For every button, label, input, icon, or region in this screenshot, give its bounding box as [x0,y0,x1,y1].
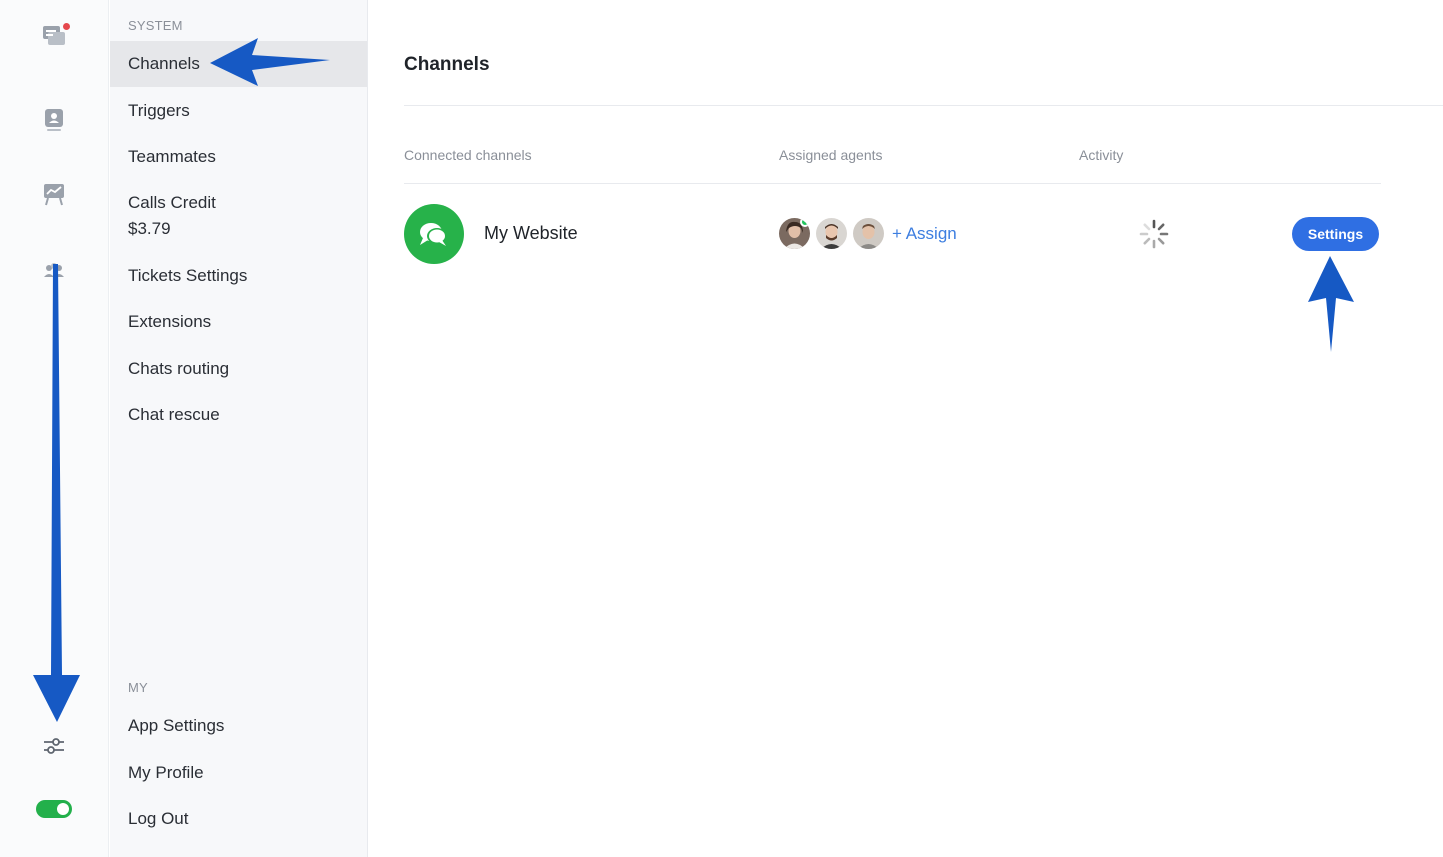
notification-dot [63,23,70,30]
divider [404,105,1443,106]
agent-avatar[interactable] [816,218,847,249]
icon-rail [0,0,109,857]
channel-name[interactable]: My Website [484,223,578,244]
sidebar-item-channels[interactable]: Channels [110,41,367,87]
sidebar-item-label: Extensions [128,312,212,331]
sliders-icon[interactable] [38,730,70,762]
website-channel-icon [404,204,464,264]
sidebar-item-app-settings[interactable]: App Settings [110,713,367,739]
main-content: Channels Connected channels Assigned age… [368,0,1443,857]
analytics-board-icon[interactable] [38,178,70,210]
sidebar-item-label: Teammates [128,147,216,166]
people-icon[interactable] [38,254,70,286]
agent-avatar[interactable] [779,218,810,249]
sidebar-item-label: Channels [128,54,200,73]
sidebar-item-log-out[interactable]: Log Out [110,806,367,832]
page-title: Channels [404,54,490,75]
sidebar-item-label: Log Out [128,809,189,828]
app-window: SYSTEM Channels Triggers Teammates Calls… [0,0,1443,857]
column-header-connected-channels: Connected channels [404,147,532,163]
loading-spinner-icon [1139,219,1169,249]
settings-sidebar: SYSTEM Channels Triggers Teammates Calls… [110,0,368,857]
sidebar-item-label: Triggers [128,101,190,120]
table-row: My Website + Assign Settings [404,204,1381,264]
chat-bubbles-icon[interactable] [38,20,70,52]
section-label-system: SYSTEM [128,18,183,33]
sidebar-item-label: Chat rescue [128,405,220,424]
sidebar-item-triggers[interactable]: Triggers [110,98,367,124]
availability-toggle[interactable] [36,800,72,818]
divider [404,183,1381,184]
section-label-my: MY [128,680,148,695]
agent-avatar[interactable] [853,218,884,249]
sidebar-item-tickets-settings[interactable]: Tickets Settings [110,263,367,289]
sidebar-item-label: App Settings [128,716,225,735]
column-header-activity: Activity [1079,147,1124,163]
sidebar-item-label: Tickets Settings [128,266,248,285]
sidebar-item-label: My Profile [128,763,204,782]
sidebar-item-label: Chats routing [128,359,230,378]
sidebar-item-teammates[interactable]: Teammates [110,144,367,170]
channel-settings-button[interactable]: Settings [1292,217,1379,251]
contact-card-icon[interactable] [38,104,70,136]
sidebar-item-label: Calls Credit [128,193,216,212]
calls-credit-balance: $3.79 [128,219,171,238]
sidebar-item-chat-rescue[interactable]: Chat rescue [110,402,367,428]
assign-agent-link[interactable]: + Assign [892,224,957,244]
sidebar-item-extensions[interactable]: Extensions [110,309,367,335]
sidebar-item-chats-routing[interactable]: Chats routing [110,356,367,382]
sidebar-item-calls-credit[interactable]: Calls Credit $3.79 [110,190,367,242]
online-status-dot [800,218,810,227]
sidebar-item-my-profile[interactable]: My Profile [110,760,367,786]
assigned-agents: + Assign [779,218,957,249]
toggle-knob [57,803,69,815]
column-header-assigned-agents: Assigned agents [779,147,883,163]
